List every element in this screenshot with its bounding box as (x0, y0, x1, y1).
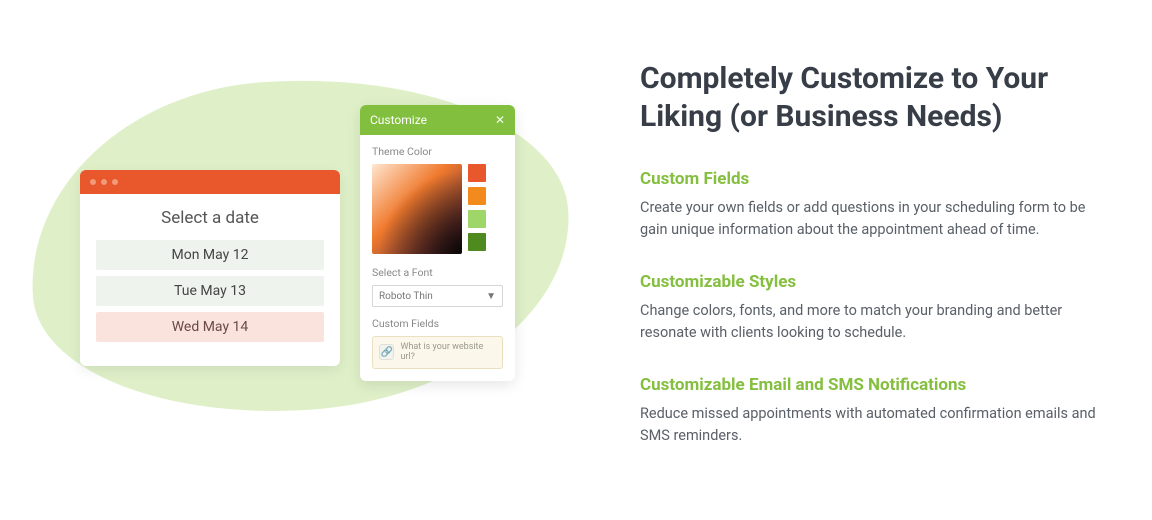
feature-title: Customizable Styles (640, 272, 1122, 292)
color-swatch[interactable] (468, 210, 486, 228)
date-select-card: Select a date Mon May 12 Tue May 13 Wed … (80, 170, 340, 366)
font-select-label: Select a Font (372, 266, 503, 279)
feature-block: Custom Fields Create your own fields or … (640, 169, 1122, 242)
link-icon: 🔗 (379, 344, 394, 360)
custom-fields-label: Custom Fields (372, 317, 503, 330)
feature-body: Create your own fields or add questions … (640, 197, 1110, 242)
chevron-down-icon: ▼ (486, 291, 496, 302)
date-option[interactable]: Tue May 13 (96, 276, 324, 306)
feature-title: Custom Fields (640, 169, 1122, 189)
window-dot (90, 179, 96, 185)
window-titlebar (80, 170, 340, 194)
customize-panel-title: Customize (370, 113, 427, 127)
color-swatch[interactable] (468, 187, 486, 205)
custom-field-item[interactable]: 🔗 What is your website url? (372, 336, 503, 369)
date-option-selected[interactable]: Wed May 14 (96, 312, 324, 342)
custom-field-question: What is your website url? (400, 342, 496, 363)
feature-block: Customizable Styles Change colors, fonts… (640, 272, 1122, 345)
window-dot (112, 179, 118, 185)
customize-panel-header: Customize ✕ (360, 105, 515, 135)
color-picker-gradient[interactable] (372, 164, 462, 254)
date-option[interactable]: Mon May 12 (96, 240, 324, 270)
date-card-title: Select a date (96, 208, 324, 228)
window-dot (101, 179, 107, 185)
customize-panel: Customize ✕ Theme Color Select a Font Ro (360, 105, 515, 381)
feature-block: Customizable Email and SMS Notifications… (640, 375, 1122, 448)
feature-title: Customizable Email and SMS Notifications (640, 375, 1122, 395)
color-swatch[interactable] (468, 164, 486, 182)
feature-body: Reduce missed appointments with automate… (640, 403, 1110, 448)
font-select-value: Roboto Thin (379, 291, 433, 302)
feature-body: Change colors, fonts, and more to match … (640, 300, 1110, 345)
color-swatch[interactable] (468, 233, 486, 251)
theme-color-label: Theme Color (372, 145, 503, 158)
font-select-dropdown[interactable]: Roboto Thin ▼ (372, 285, 503, 307)
page-heading: Completely Customize to Your Liking (or … (640, 60, 1122, 135)
close-icon[interactable]: ✕ (495, 114, 505, 126)
